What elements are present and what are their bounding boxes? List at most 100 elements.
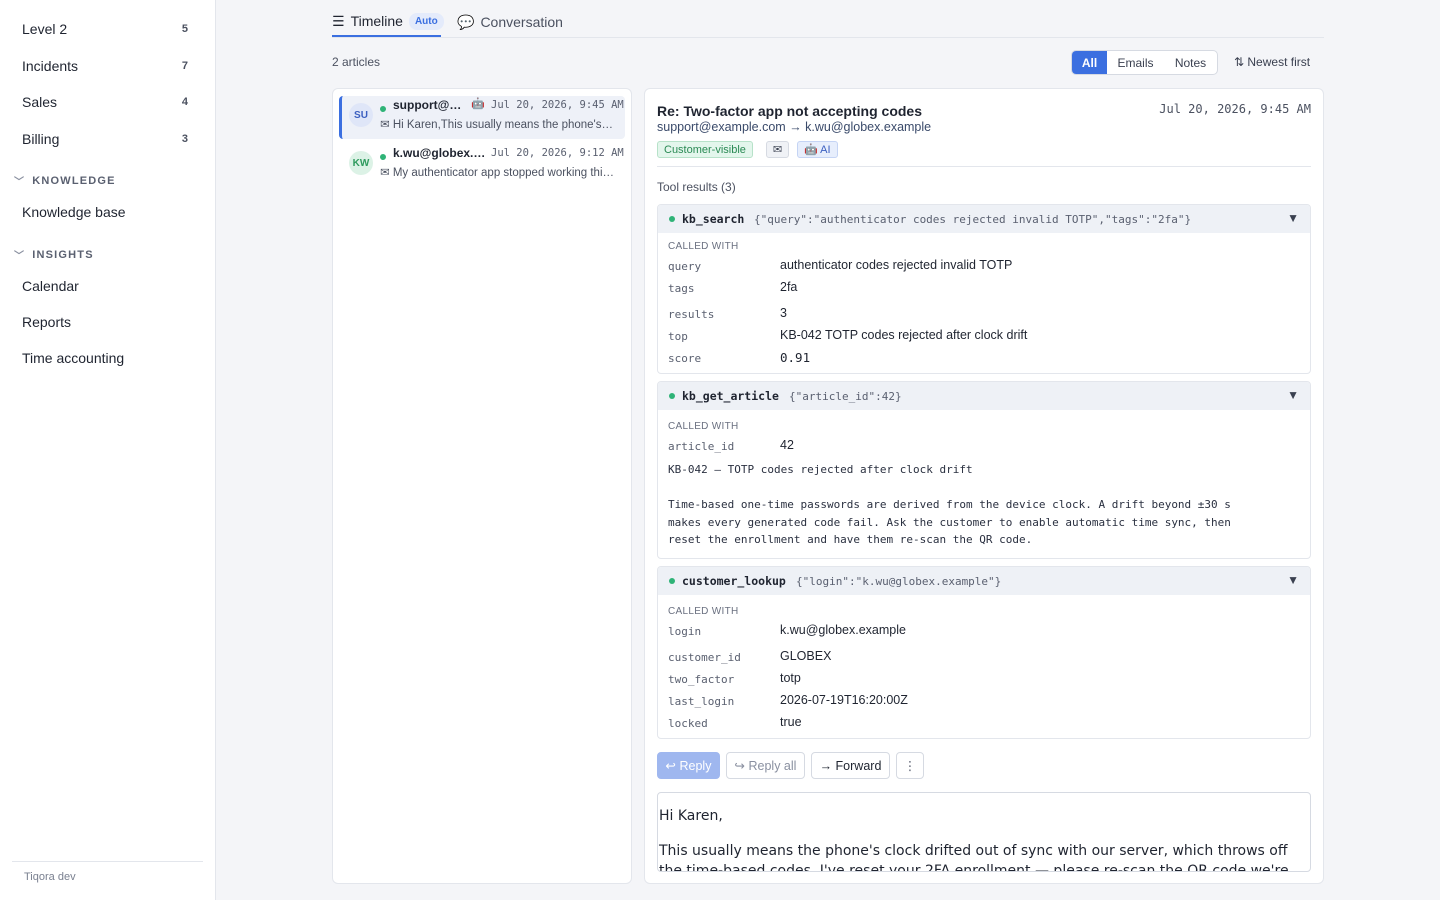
robot-icon: 🤖 (471, 98, 485, 110)
sidebar-item-label: Time accounting (22, 350, 125, 366)
sidebar: Level 2 5 Incidents 7 Sales 4 Billing 3 … (0, 0, 216, 900)
result-value: totp (780, 671, 801, 685)
article-count: 2 articles (332, 55, 381, 69)
list-item[interactable]: KW k.wu@globex.example Jul 20, 2026, 9:1… (339, 144, 625, 187)
called-with-label: CALLED WITH (668, 606, 739, 617)
param-key: login (668, 625, 702, 638)
composer-line: the time-based codes. I've reset your 2F… (659, 863, 1289, 872)
tab-label: Conversation (480, 14, 563, 30)
tab-timeline[interactable]: ☰ Timeline Auto (332, 7, 444, 37)
view-tabs: ☰ Timeline Auto 💬 Conversation (332, 0, 1324, 38)
status-dot (380, 154, 386, 160)
called-with-label: CALLED WITH (668, 241, 739, 252)
param-key: article_id (668, 440, 735, 453)
chevron-down-icon: ﹀ (14, 177, 26, 188)
tool-result-header[interactable]: customer_lookup {"login":"k.wu@globex.ex… (658, 567, 1310, 595)
reply-composer[interactable]: Hi Karen, This usually means the phone's… (657, 792, 1311, 872)
avatar: KW (349, 151, 373, 175)
sidebar-item-level-2[interactable]: Level 2 5 (22, 19, 188, 39)
caret-down-icon[interactable]: ▼ (1287, 211, 1299, 225)
result-value: 3 (780, 306, 787, 320)
section-header-insights[interactable]: ﹀ INSIGHTS (14, 247, 94, 263)
section-header-label: INSIGHTS (32, 248, 94, 261)
section-header-label: KNOWLEDGE (32, 174, 116, 187)
article-time: Jul 20, 2026, 9:12 AM (491, 147, 624, 159)
sidebar-item-label: Calendar (22, 278, 79, 294)
forward-button[interactable]: → Forward (811, 752, 890, 779)
composer-line: Hi Karen, (659, 808, 723, 824)
result-key: score (668, 352, 702, 365)
param-value: 42 (780, 438, 794, 452)
status-dot (669, 578, 675, 584)
sidebar-item-label: Incidents (22, 58, 79, 74)
filter-all-button[interactable]: All (1072, 51, 1107, 74)
status-dot (669, 216, 675, 222)
tool-result-customer-lookup: customer_lookup {"login":"k.wu@globex.ex… (657, 566, 1311, 739)
result-key: locked (668, 717, 708, 730)
status-dot (380, 106, 386, 112)
reply-all-button[interactable]: ↪ Reply all (726, 752, 805, 779)
status-dot (669, 393, 675, 399)
caret-down-icon[interactable]: ▼ (1287, 573, 1299, 587)
result-value: true (780, 715, 802, 729)
tab-conversation[interactable]: 💬 Conversation (457, 7, 563, 37)
sidebar-item-billing[interactable]: Billing 3 (22, 129, 188, 149)
sidebar-item-count: 7 (181, 60, 188, 72)
article-preview: ✉ My authenticator app stopped working t… (380, 167, 618, 179)
tool-name: kb_get_article (682, 389, 779, 403)
caret-down-icon[interactable]: ▼ (1287, 388, 1299, 402)
tool-args: {"query":"authenticator codes rejected i… (754, 213, 1192, 226)
sidebar-item-incidents[interactable]: Incidents 7 (22, 56, 188, 76)
sidebar-item-calendar[interactable]: Calendar (22, 276, 188, 296)
customer-visible-badge: Customer-visible (657, 141, 753, 158)
result-value: 0.91 (780, 350, 811, 365)
chevron-down-icon: ﹀ (14, 251, 26, 262)
tool-result-kb-search: kb_search {"query":"authenticator codes … (657, 204, 1311, 374)
avatar: SU (349, 103, 373, 127)
reply-button[interactable]: ↩ Reply (657, 752, 720, 779)
article-route: support@example.com → k.wu@globex.exampl… (657, 120, 932, 134)
list-item[interactable]: SU support@example.com 🤖 Jul 20, 2026, 9… (339, 96, 625, 139)
ai-badge: 🤖 AI (797, 141, 838, 158)
tool-args: {"login":"k.wu@globex.example"} (796, 575, 1002, 588)
speech-bubble-icon: 💬 (457, 13, 475, 30)
mail-icon: ✉ (766, 141, 790, 158)
result-key: last_login (668, 695, 735, 708)
sort-button[interactable]: ⇅ Newest first (1234, 55, 1310, 69)
sidebar-item-reports[interactable]: Reports (22, 312, 188, 332)
sidebar-item-sales[interactable]: Sales 4 (22, 92, 188, 112)
param-key: tags (668, 282, 695, 295)
tool-name: kb_search (682, 212, 745, 226)
sidebar-item-count: 5 (181, 23, 188, 35)
auto-badge: Auto (408, 12, 444, 30)
sidebar-footer: Tiqora dev (24, 871, 76, 883)
filter-notes-button[interactable]: Notes (1164, 51, 1217, 74)
sidebar-item-label: Reports (22, 314, 72, 330)
result-key: top (668, 330, 688, 343)
result-value: KB-042 TOTP codes rejected after clock d… (780, 328, 1028, 342)
sidebar-item-count: 3 (181, 133, 188, 145)
article-sender: k.wu@globex.example (393, 146, 487, 160)
sidebar-item-time-accounting[interactable]: Time accounting (22, 348, 188, 368)
sidebar-item-count: 4 (181, 96, 188, 108)
param-value: k.wu@globex.example (780, 623, 906, 637)
tool-name: customer_lookup (682, 574, 786, 588)
tool-result-header[interactable]: kb_search {"query":"authenticator codes … (658, 205, 1310, 233)
section-header-knowledge[interactable]: ﹀ KNOWLEDGE (14, 173, 116, 189)
result-key: customer_id (668, 651, 741, 664)
tool-results-label: Tool results (3) (657, 180, 736, 194)
sidebar-item-label: Billing (22, 131, 60, 147)
article-sender: support@example.com (393, 98, 463, 112)
article-time: Jul 20, 2026, 9:45 AM (491, 99, 624, 111)
article-filter: All Emails Notes (1071, 50, 1218, 75)
param-value: authenticator codes rejected invalid TOT… (780, 258, 1013, 272)
result-key: results (668, 308, 715, 321)
result-key: two_factor (668, 673, 735, 686)
more-icon[interactable]: ⋮ (896, 752, 924, 779)
filter-emails-button[interactable]: Emails (1107, 51, 1164, 74)
composer-line: This usually means the phone's clock dri… (659, 843, 1288, 859)
divider (12, 861, 203, 862)
tool-result-header[interactable]: kb_get_article {"article_id":42} ▼ (658, 382, 1310, 410)
sidebar-item-label: Sales (22, 94, 58, 110)
sidebar-item-knowledge-base[interactable]: Knowledge base (22, 202, 188, 222)
